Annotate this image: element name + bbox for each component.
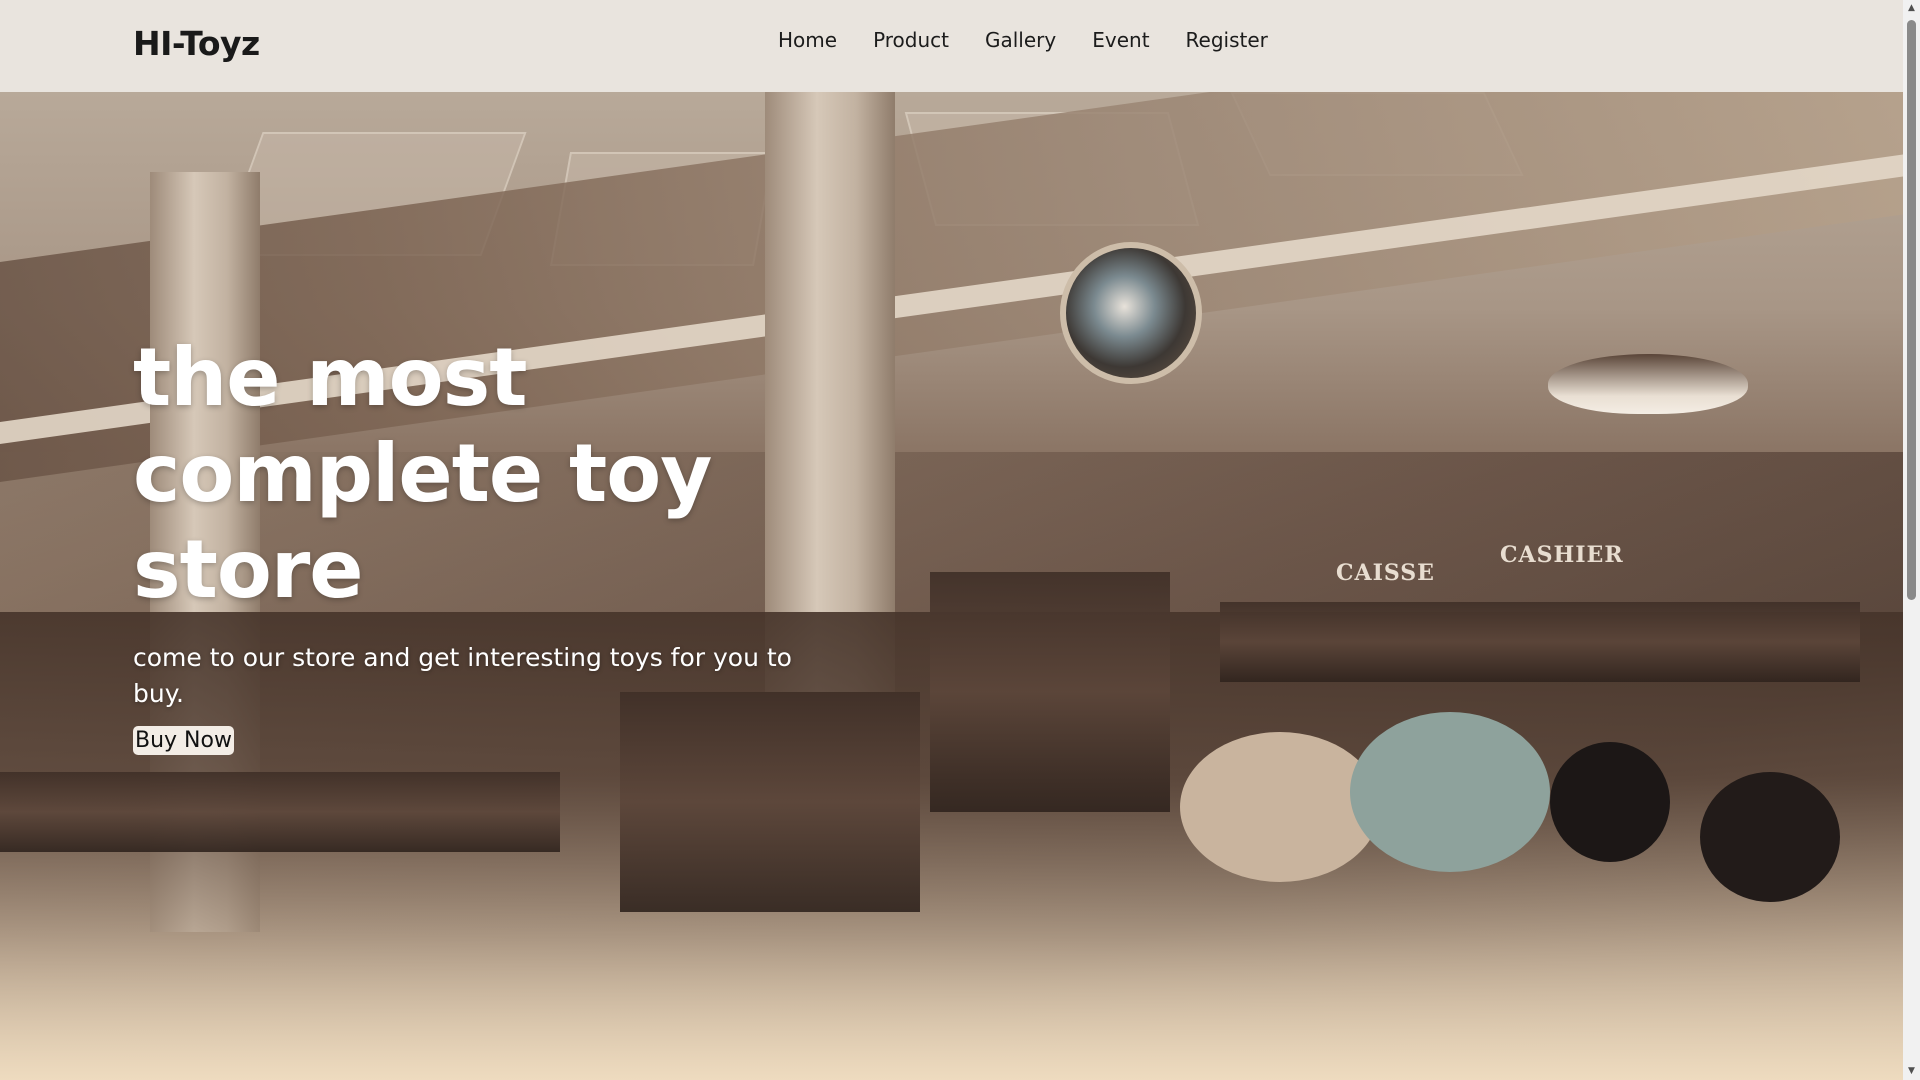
hero-title: the most complete toy store	[133, 331, 712, 616]
sign-cashier: CASHIER	[1500, 542, 1624, 568]
nav-link-product[interactable]: Product	[873, 28, 949, 52]
brand-logo[interactable]: HI-Toyz	[133, 24, 260, 63]
compass-medallion-icon	[1060, 242, 1202, 384]
chevron-down-icon[interactable]: ▼	[1903, 1063, 1920, 1080]
mouse-plush-icon	[1550, 742, 1670, 862]
page: HI-Toyz Home Product Gallery Event Regis…	[0, 0, 1920, 1080]
display-shelf	[0, 772, 560, 852]
nav-links: Home Product Gallery Event Register	[778, 28, 1304, 52]
hero-subtitle: come to our store and get interesting to…	[133, 643, 792, 708]
hero-section: CAISSE CASHIER the most complete toy sto…	[0, 92, 1903, 1080]
ceiling-lamp-icon	[1548, 354, 1748, 414]
scrollbar-thumb[interactable]	[1907, 20, 1916, 600]
chevron-up-icon[interactable]: ▲	[1903, 0, 1920, 17]
display-shelf	[1220, 602, 1860, 682]
mouse-plush-icon	[1700, 772, 1840, 902]
sign-caisse: CAISSE	[1336, 560, 1435, 586]
plush-toy-pile	[1180, 732, 1380, 882]
nav-link-home[interactable]: Home	[778, 28, 837, 52]
navbar: HI-Toyz Home Product Gallery Event Regis…	[0, 0, 1903, 92]
scrollbar[interactable]: ▲ ▼	[1903, 0, 1920, 1080]
hero-content: the most complete toy store come to our …	[133, 330, 833, 755]
nav-link-gallery[interactable]: Gallery	[985, 28, 1056, 52]
plush-toy-pile	[1350, 712, 1550, 872]
nav-link-register[interactable]: Register	[1186, 28, 1268, 52]
display-shelf	[930, 572, 1170, 812]
nav-link-event[interactable]: Event	[1092, 28, 1149, 52]
buy-now-button[interactable]: Buy Now	[133, 726, 234, 755]
